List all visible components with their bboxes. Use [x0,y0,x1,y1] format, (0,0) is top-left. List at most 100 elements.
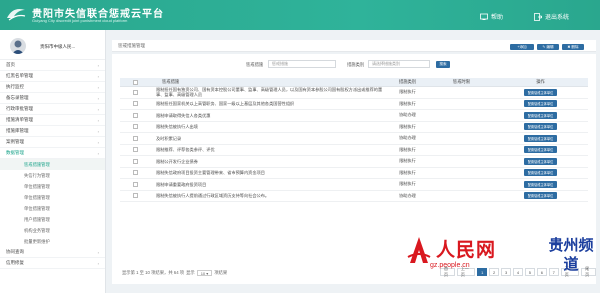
row-checkbox[interactable] [132,147,138,153]
row-checkbox[interactable] [132,101,138,107]
measure-cell: 限制公开发行企业债券 [156,158,198,164]
row-select-cell[interactable] [120,158,150,164]
row-select-cell[interactable] [120,89,150,95]
configure-units-button[interactable]: 配置惩戒主体单位 [523,100,558,108]
row-checkbox[interactable] [132,89,138,95]
chevron-right-icon: › [97,62,99,68]
sidebar-item[interactable]: 首页 › [0,60,105,71]
measure-search-input[interactable]: 惩戒措施 [268,60,336,68]
configure-units-button[interactable]: 配置惩戒主体单位 [523,123,558,131]
type-cell: 协助办理 [399,192,416,198]
sidebar-subitem[interactable]: 惩戒措施管理 [0,159,105,170]
sidebar-subitem[interactable]: 单位措施管理 [0,203,105,214]
sidebar-item[interactable]: 信用修复 › [0,258,105,269]
configure-units-button[interactable]: 配置惩戒主体单位 [523,169,558,177]
sidebar-item-label: 备忘录管理 [6,95,29,100]
configure-units-button[interactable]: 配置惩戒主体单位 [523,88,558,96]
operation-cell: 配置惩戒主体单位 [493,123,588,131]
row-checkbox[interactable] [132,135,138,141]
sidebar-item[interactable]: 备忘录管理 › [0,93,105,104]
sidebar-item-label: 行政审批管理 [6,106,33,111]
header-measure: 惩戒措施 [162,79,180,85]
table-row: 及时积累记录 协助办理 配置惩戒主体单位 [120,133,588,145]
operation-cell: 配置惩戒主体单位 [493,192,588,200]
configure-units-button[interactable]: 配置惩戒主体单位 [523,111,558,119]
measure-cell: 限制担任国有独资公司、国有资本控股公司董事、监事、高级管理人员，以及国有资本参股… [156,86,383,98]
sidebar-item[interactable]: 数据管理 › [0,148,105,159]
measure-cell: 限制推荐、评荐各类参评、评优 [156,147,215,152]
add-button[interactable]: +添加 [510,44,534,50]
row-checkbox[interactable] [132,170,138,176]
header-type: 措施类别 [398,79,417,84]
sidebar-subitem[interactable]: 单位措施管理 [0,192,105,203]
sidebar-subitem[interactable]: 批量更新维护 [0,236,105,247]
pagination-info: 显示第 1 至 10 项结果，共 64 项 显示 10 ▾ 项结果 [122,270,227,276]
table-row: 限制申请取得失信人各类优惠 协助办理 配置惩戒主体单位 [120,110,588,122]
search-button[interactable]: 搜索 [436,61,450,68]
measure-cell: 限制失信被执行人提前通过行政区域资历支持等向社会公布。 [156,193,270,198]
sidebar-subitem[interactable]: 机构业务管理 [0,225,105,236]
measure-cell: 限制失信政府项目投资主要管理带来、省市预算内资金项目 [156,170,265,175]
people-logo-icon [407,237,431,263]
row-checkbox[interactable] [132,124,138,130]
row-select-cell[interactable] [120,112,150,118]
configure-units-button[interactable]: 配置惩戒主体单位 [523,192,558,200]
page-size-value: 10 [200,270,206,276]
delete-button[interactable]: ✖ 删除 [562,44,584,50]
sidebar-item[interactable]: 措施库管理 › [0,126,105,137]
help-button[interactable]: 帮助 [480,12,503,21]
sidebar-item-label: 信用修复 [6,260,24,265]
row-select-cell[interactable] [120,135,150,141]
sidebar-item-label: 案例管理 [6,139,24,144]
type-cell: 协助办理 [399,135,416,141]
sidebar-item[interactable]: 红黑名单管理 › [0,71,105,82]
help-label: 帮助 [491,15,504,21]
header-time: 惩戒时限 [452,79,471,84]
row-select-cell[interactable] [120,193,150,199]
select-all-cell[interactable] [120,79,150,85]
edit-button[interactable]: ✎ 编辑 [537,44,559,50]
sidebar-item[interactable]: 行政审批管理 › [0,104,105,115]
operation-cell: 配置惩戒主体单位 [493,146,588,154]
exit-icon [534,12,542,21]
row-checkbox[interactable] [132,181,138,187]
sidebar-item[interactable]: 案例管理 › [0,137,105,148]
measure-cell: 及时积累记录 [156,135,182,141]
table-row: 限制推荐、评荐各类参评、评优 限制执行 配置惩戒主体单位 [120,145,588,156]
chevron-right-icon: › [97,106,99,112]
sidebar-item-label: 首页 [6,62,15,67]
select-all-checkbox[interactable] [132,79,138,85]
type-filter-label: 措施类别 [347,62,365,67]
operation-cell: 配置惩戒主体单位 [493,134,588,142]
exit-button[interactable]: 退出系统 [534,12,569,21]
configure-units-button[interactable]: 配置惩戒主体单位 [523,146,558,154]
configure-units-button[interactable]: 配置惩戒主体单位 [523,134,558,142]
type-select[interactable]: 请选择措施类别 [368,60,430,68]
table-row: 限制失信政府项目投资主要管理带来、省市预算内资金项目 限制执行 配置惩戒主体单位 [120,168,588,179]
type-cell: 限制执行 [399,100,416,106]
sidebar-subitem[interactable]: 失信行为管理 [0,170,105,181]
sidebar-subitem[interactable]: 单位措施管理 [0,181,105,192]
row-select-cell[interactable] [120,101,150,107]
page-size-select[interactable]: 10 ▾ [196,270,213,276]
pagination-summary: 显示第 1 至 10 项结果，共 64 项 [122,270,185,275]
measure-cell: 限制申请取得失信人各类优惠 [156,112,211,118]
sidebar-item[interactable]: 措施清单管理 › [0,115,105,126]
chevron-right-icon: › [97,249,99,255]
row-checkbox[interactable] [132,158,138,164]
sidebar-item-label: 协同查询 [6,249,24,254]
sidebar-item[interactable]: 执行监控 › [0,82,105,93]
configure-units-button[interactable]: 配置惩戒主体单位 [523,157,558,165]
sidebar-item[interactable]: 协同查询 › [0,247,105,258]
row-checkbox[interactable] [132,112,138,118]
configure-units-button[interactable]: 配置惩戒主体单位 [523,180,558,188]
sidebar-subitem[interactable]: 用户措施管理 [0,214,105,225]
row-select-cell[interactable] [120,147,150,153]
chevron-right-icon: › [97,139,99,145]
user-name: 贵阳市中级人民... [40,44,76,49]
row-checkbox[interactable] [132,193,138,199]
type-cell: 限制执行 [399,146,416,152]
row-select-cell[interactable] [120,181,150,187]
row-select-cell[interactable] [120,124,150,130]
row-select-cell[interactable] [120,170,150,176]
